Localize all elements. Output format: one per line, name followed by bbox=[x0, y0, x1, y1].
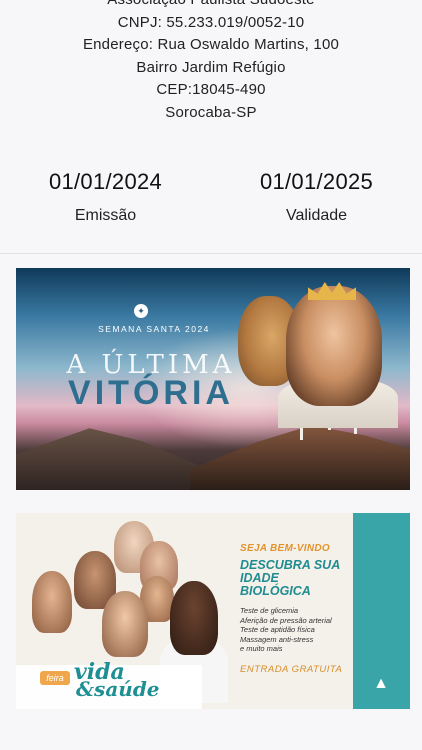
easter-kicker: SEMANA SANTA 2024 bbox=[98, 324, 210, 334]
brand-line2: &saúde bbox=[76, 677, 160, 701]
health-fair-text: SEJA BEM-VINDO DESCUBRA SUA IDADE BIOLÓG… bbox=[240, 543, 352, 675]
free-entry-text: ENTRADA GRATUITA bbox=[240, 663, 343, 675]
easter-week-banner[interactable]: ✦ SEMANA SANTA 2024 A ÚLTIMA VITÓRIA bbox=[16, 268, 410, 490]
organization-info: Associação Paulista Sudoeste CNPJ: 55.23… bbox=[0, 0, 422, 124]
organization-district: Bairro Jardim Refúgio bbox=[136, 58, 286, 76]
issue-date-value: 01/01/2024 bbox=[48, 169, 163, 194]
brand-tag: feira bbox=[40, 671, 70, 685]
validity-date-value: 01/01/2025 bbox=[259, 169, 374, 194]
issue-date-block: 01/01/2024 Emissão bbox=[0, 168, 211, 226]
organization-cnpj: CNPJ: 55.233.019/0052-10 bbox=[117, 13, 305, 31]
health-fair-banner[interactable]: feira vida &saúde SEJA BEM-VINDO DESCUBR… bbox=[16, 513, 410, 709]
service-item: e muito mais bbox=[240, 644, 283, 653]
headline-line2: IDADE BIOLÓGICA bbox=[240, 571, 311, 598]
service-item: Teste de glicemia bbox=[240, 606, 299, 615]
welcome-text: SEJA BEM-VINDO bbox=[240, 543, 330, 554]
church-logo-icon: ▲ bbox=[373, 675, 389, 692]
person-photo bbox=[170, 581, 218, 655]
service-item: Aferição de pressão arterial bbox=[240, 615, 332, 625]
person-photo bbox=[102, 591, 148, 657]
service-item: Teste de aptidão física bbox=[240, 625, 315, 634]
card-dates: 01/01/2024 Emissão 01/01/2025 Validade bbox=[0, 168, 422, 238]
organization-address: Endereço: Rua Oswaldo Martins, 100 bbox=[82, 36, 340, 53]
organization-cep: CEP:18045-490 bbox=[156, 81, 266, 98]
validity-date-block: 01/01/2025 Validade bbox=[211, 168, 422, 226]
easter-title-line2: VITÓRIA bbox=[68, 374, 234, 412]
accent-side-panel: ▲ bbox=[353, 513, 410, 709]
organization-city: Sorocaba-SP bbox=[165, 103, 257, 121]
validity-date-label: Validade bbox=[285, 207, 348, 224]
service-list: Teste de glicemia Aferição de pressão ar… bbox=[240, 606, 352, 654]
jesus-illustration bbox=[286, 286, 382, 406]
organization-name: Associação Paulista Sudoeste bbox=[0, 0, 422, 12]
church-logo-icon: ✦ bbox=[134, 304, 148, 318]
section-divider bbox=[0, 253, 422, 254]
person-photo bbox=[32, 571, 72, 633]
service-item: Massagem anti-stress bbox=[240, 634, 314, 644]
issue-date-label: Emissão bbox=[74, 207, 137, 224]
